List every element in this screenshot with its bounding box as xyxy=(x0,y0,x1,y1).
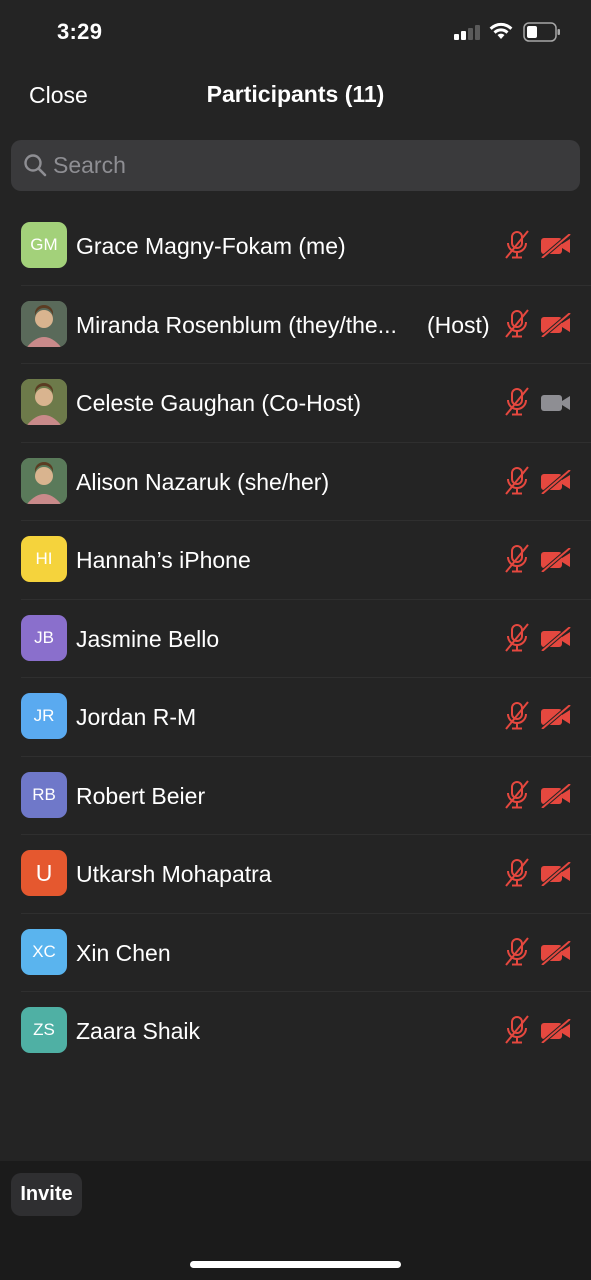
avatar-photo xyxy=(21,457,67,504)
participant-name: Utkarsh Mohapatra xyxy=(76,861,272,887)
participant-name: Hannah’s iPhone xyxy=(76,547,251,573)
camera-on-icon xyxy=(541,395,570,411)
participant-name: Jordan R-M xyxy=(76,704,197,730)
participant-list: GM Grace Magny-Fokam (me) Miranda Rosenblu… xyxy=(0,206,591,1070)
invite-button[interactable]: Invite xyxy=(11,1173,82,1216)
participant-name: Grace Magny-Fokam (me) xyxy=(76,233,346,259)
camera-off-icon xyxy=(540,783,572,808)
home-indicator xyxy=(190,1261,401,1268)
participant-row[interactable]: RB Robert Beier xyxy=(0,755,591,835)
avatar-initials: XC xyxy=(32,941,56,961)
avatar-photo xyxy=(21,300,67,347)
search-input[interactable] xyxy=(53,140,553,191)
microphone-muted-icon xyxy=(505,308,529,338)
avatar-photo xyxy=(21,379,67,425)
search-icon xyxy=(24,154,47,177)
camera-off-icon xyxy=(540,548,572,572)
microphone-muted-icon xyxy=(505,465,529,495)
participant-row[interactable]: XC Xin Chen xyxy=(0,912,591,992)
participant-name: Alison Nazaruk (she/her) xyxy=(76,468,330,495)
avatar: GM xyxy=(21,222,67,268)
microphone-muted-icon xyxy=(505,230,529,259)
participant-role: (Host) xyxy=(427,311,490,338)
participant-name: Zaara Shaik xyxy=(76,1018,201,1044)
navigation-bar: Participants (11) Close xyxy=(0,66,591,126)
microphone-muted-icon xyxy=(505,544,529,573)
microphone-muted-icon xyxy=(505,701,529,730)
participant-name: Xin Chen xyxy=(76,939,171,966)
search-bar[interactable] xyxy=(11,140,580,191)
close-button[interactable]: Close xyxy=(29,82,88,109)
microphone-muted-icon xyxy=(505,779,529,809)
participant-name: Miranda Rosenblum (they/the... xyxy=(76,311,397,338)
camera-off-icon xyxy=(540,626,572,651)
avatar: HI xyxy=(21,536,67,582)
page-title: Participants (11) xyxy=(206,81,385,107)
participant-name: Robert Beier xyxy=(76,782,206,809)
avatar-initials: HI xyxy=(35,549,53,568)
battery-icon xyxy=(523,22,560,42)
camera-off-icon xyxy=(540,234,572,258)
wifi-icon xyxy=(489,22,513,39)
camera-off-icon xyxy=(540,862,572,886)
participant-name: Jasmine Bello xyxy=(76,625,220,652)
avatar: U xyxy=(21,850,67,896)
avatar: ZS xyxy=(21,1007,67,1053)
microphone-muted-icon xyxy=(505,1015,529,1044)
camera-off-icon xyxy=(540,705,572,729)
avatar-initials: ZS xyxy=(33,1020,55,1039)
person-photo-icon xyxy=(21,300,67,347)
person-photo-icon xyxy=(21,379,67,425)
avatar-initials: JR xyxy=(33,706,55,725)
camera-off-icon xyxy=(540,1019,572,1043)
avatar: JB xyxy=(21,614,67,661)
camera-off-icon xyxy=(540,312,572,337)
avatar: JR xyxy=(21,693,67,739)
avatar: RB xyxy=(21,771,67,818)
participant-row[interactable]: ZS Zaara Shaik xyxy=(0,991,591,1070)
status-bar: 3:29 xyxy=(0,0,591,66)
bottom-toolbar: Invite xyxy=(0,1161,591,1280)
participant-row[interactable]: Celeste Gaughan (Co-Host) xyxy=(0,363,591,442)
person-photo-icon xyxy=(21,457,67,504)
participant-name: Celeste Gaughan (Co-Host) xyxy=(76,390,362,416)
avatar: XC xyxy=(21,928,67,975)
avatar-initials: JB xyxy=(34,627,54,647)
participant-row[interactable]: JR Jordan R-M xyxy=(0,677,591,756)
cellular-signal-icon xyxy=(454,25,480,40)
camera-off-icon xyxy=(540,940,572,965)
participant-row[interactable]: JB Jasmine Bello xyxy=(0,598,591,678)
avatar-initials: U xyxy=(35,859,53,886)
avatar-initials: RB xyxy=(32,784,56,804)
microphone-muted-icon xyxy=(505,858,529,887)
participant-row[interactable]: GM Grace Magny-Fokam (me) xyxy=(0,206,591,285)
participant-row[interactable]: HI Hannah’s iPhone xyxy=(0,520,591,599)
camera-off-icon xyxy=(540,469,572,494)
microphone-muted-icon xyxy=(505,622,529,652)
avatar-initials: GM xyxy=(30,235,58,254)
status-time: 3:29 xyxy=(57,19,103,44)
microphone-muted-icon xyxy=(505,387,529,416)
participant-row[interactable]: U Utkarsh Mohapatra xyxy=(0,834,591,913)
participant-row[interactable]: Alison Nazaruk (she/her) xyxy=(0,441,591,521)
microphone-muted-icon xyxy=(505,936,529,966)
participant-row[interactable]: Miranda Rosenblum (they/the... (Host) xyxy=(0,284,591,364)
